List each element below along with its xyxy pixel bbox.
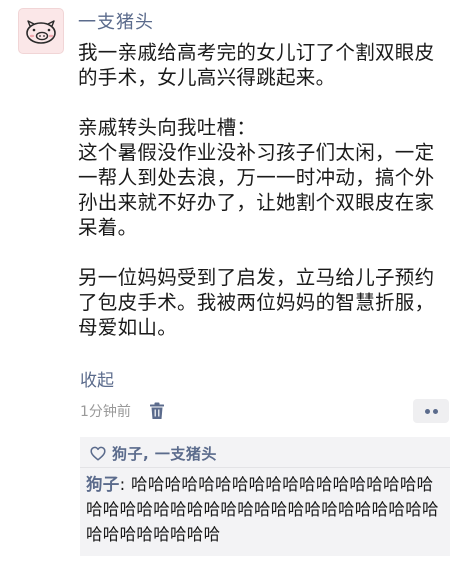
avatar[interactable] — [18, 8, 64, 54]
interaction-panel: 狗子, 一支猪头 狗子: 哈哈哈哈哈哈哈哈哈哈哈哈哈哈哈哈哈哈哈哈哈哈哈哈哈哈哈… — [80, 437, 450, 556]
comment-separator: : — [119, 475, 132, 494]
divider — [80, 467, 450, 468]
collapse-link[interactable]: 收起 — [80, 366, 114, 391]
comment[interactable]: 狗子: 哈哈哈哈哈哈哈哈哈哈哈哈哈哈哈哈哈哈哈哈哈哈哈哈哈哈哈哈哈哈哈哈哈哈哈哈… — [86, 472, 446, 547]
post-paragraph: 我一亲戚给高考完的女儿订了个割双眼皮的手术，女儿高兴得跳起来。 — [78, 41, 435, 89]
post-text: 我一亲戚给高考完的女儿订了个割双眼皮的手术，女儿高兴得跳起来。 亲戚转头向我吐槽… — [78, 40, 450, 340]
more-dots-icon-dot — [433, 409, 438, 414]
heart-icon — [90, 446, 106, 461]
more-button[interactable] — [413, 399, 449, 423]
more-dots-icon — [425, 409, 430, 414]
post-timestamp: 1分钟前 — [80, 404, 131, 420]
likes-names[interactable]: 狗子, 一支猪头 — [112, 443, 217, 464]
moments-post: 一支猪头 我一亲戚给高考完的女儿订了个割双眼皮的手术，女儿高兴得跳起来。 亲戚转… — [0, 0, 472, 563]
comment-author[interactable]: 狗子 — [86, 475, 120, 494]
comment-text: 哈哈哈哈哈哈哈哈哈哈哈哈哈哈哈哈哈哈哈哈哈哈哈哈哈哈哈哈哈哈哈哈哈哈哈哈哈哈哈哈… — [86, 475, 439, 544]
post-paragraph: 亲戚转头向我吐槽： 这个暑假没作业没补习孩子们太闲，一定一帮人到处去浪，万一一时… — [78, 116, 435, 239]
post-paragraph: 另一位妈妈受到了启发，立马给儿子预约了包皮手术。我被两位妈妈的智慧折服，母爱如山… — [78, 266, 435, 339]
pig-face-icon — [26, 20, 56, 44]
post-author-name[interactable]: 一支猪头 — [78, 8, 154, 34]
likes-row: 狗子, 一支猪头 — [90, 441, 217, 465]
trash-icon[interactable] — [149, 402, 165, 420]
